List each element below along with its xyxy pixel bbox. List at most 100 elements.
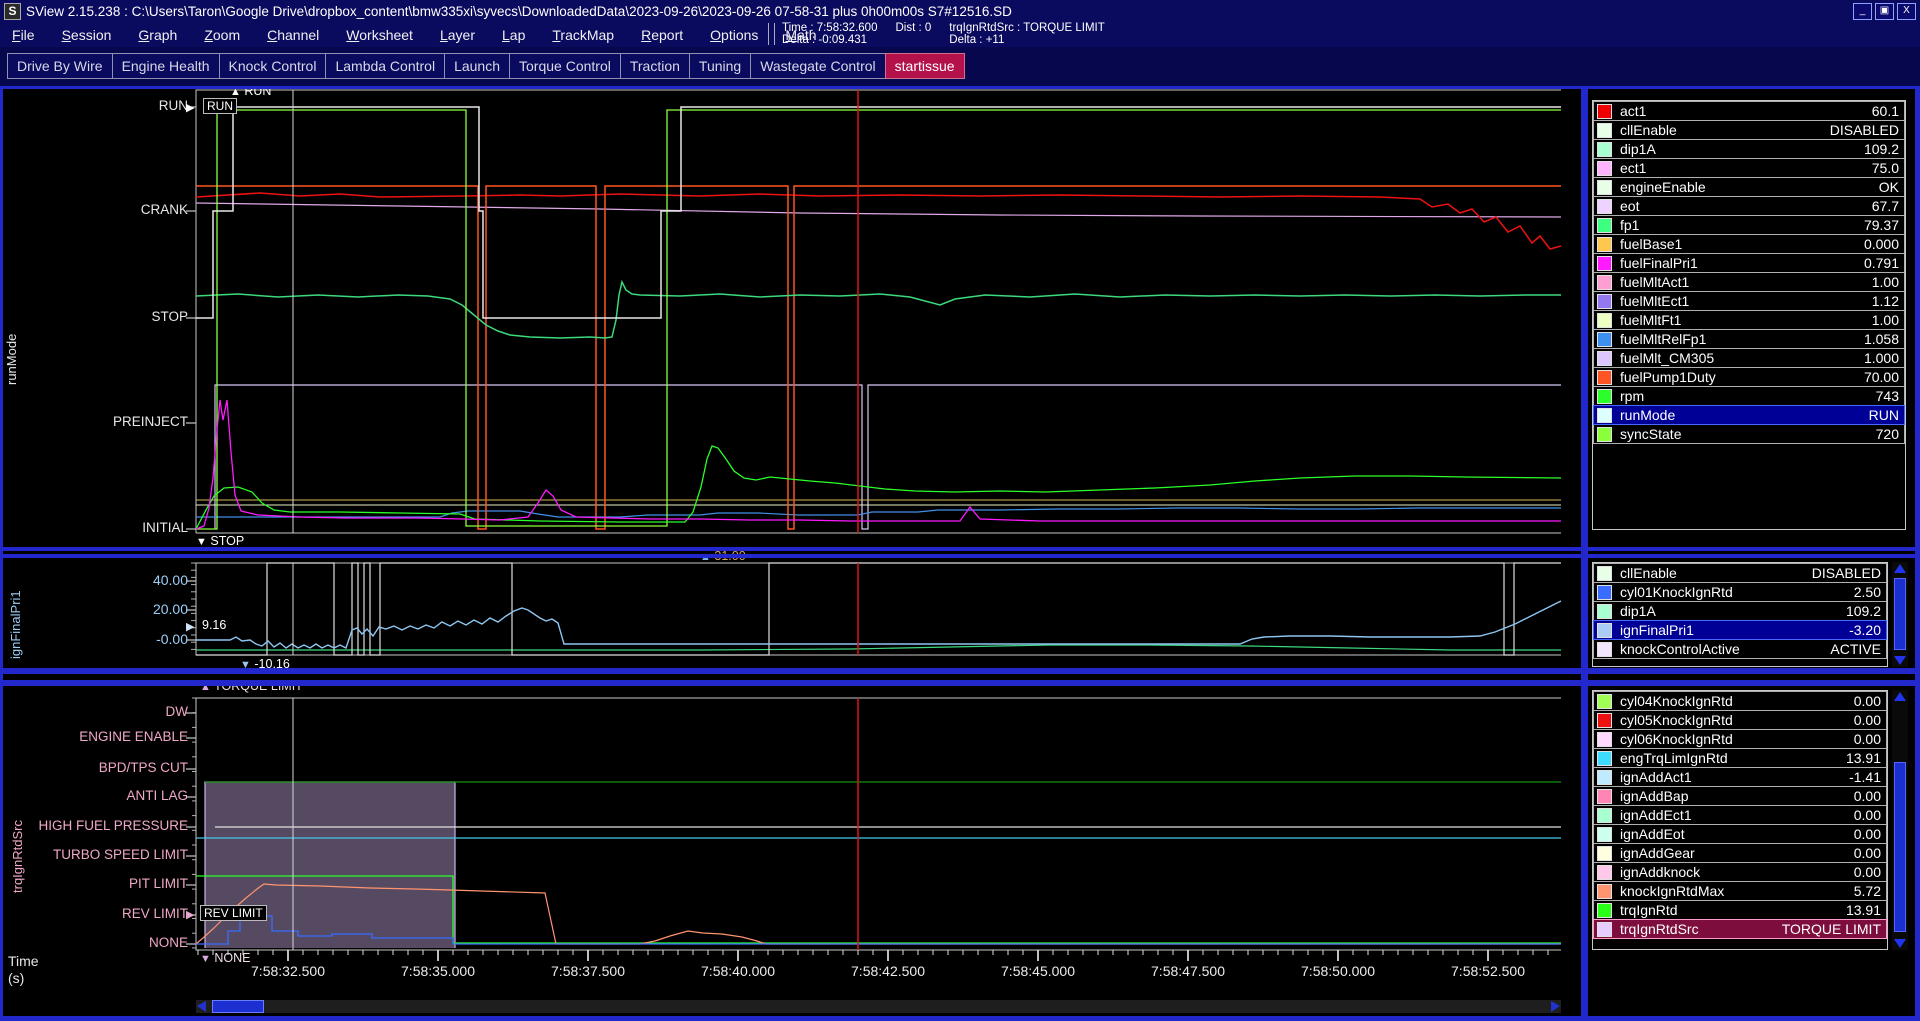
- legend3-scrollbar[interactable]: [1892, 690, 1908, 950]
- channel-name: fuelMltEct1: [1620, 293, 1689, 309]
- channel-row-ignAddknock[interactable]: ignAddknock0.00: [1593, 862, 1887, 882]
- channel-row-cyl04KnockIgnRtd[interactable]: cyl04KnockIgnRtd 0.00: [1593, 691, 1887, 711]
- maximize-button[interactable]: ▣: [1875, 3, 1894, 20]
- channel-color-swatch: [1597, 713, 1612, 728]
- panel-splitter-2b[interactable]: [0, 680, 1920, 686]
- channel-name: cyl04KnockIgnRtd: [1620, 693, 1733, 709]
- scrollbar-thumb[interactable]: [1894, 578, 1906, 650]
- axis-tick-label: 40.00: [0, 572, 188, 588]
- channel-name: cyl05KnockIgnRtd: [1620, 712, 1733, 728]
- channel-name: ignAddEct1: [1620, 807, 1692, 823]
- channel-value: 13.91: [1846, 750, 1886, 766]
- channel-name: fuelMltRelFp1: [1620, 331, 1706, 347]
- channel-row-fuelBase1[interactable]: fuelBase10.000: [1593, 234, 1905, 254]
- channel-row-ignFinalPri1[interactable]: ignFinalPri1-3.20: [1593, 620, 1887, 640]
- scroll-up-icon[interactable]: [1894, 564, 1906, 573]
- channel-value: 0.00: [1854, 826, 1886, 842]
- axis-tick-label: HIGH FUEL PRESSURE: [0, 818, 188, 833]
- channel-color-swatch: [1597, 275, 1612, 290]
- channel-color-swatch: [1597, 104, 1612, 119]
- channel-row-act1[interactable]: act1 60.1: [1593, 101, 1905, 121]
- channel-color-swatch: [1597, 161, 1612, 176]
- channel-row-ignAddBap[interactable]: ignAddBap0.00: [1593, 786, 1887, 806]
- scroll-down-icon[interactable]: [1894, 656, 1906, 665]
- channel-row-ignAddEct1[interactable]: ignAddEct10.00: [1593, 805, 1887, 825]
- channel-row-engTrqLimIgnRtd[interactable]: engTrqLimIgnRtd 13.91: [1593, 748, 1887, 768]
- channel-row-ignAddEot[interactable]: ignAddEot0.00: [1593, 824, 1887, 844]
- channel-color-swatch: [1597, 566, 1612, 581]
- channel-row-fuelMltRelFp1[interactable]: fuelMltRelFp11.058: [1593, 329, 1905, 349]
- channel-row-fuelMltAct1[interactable]: fuelMltAct11.00: [1593, 272, 1905, 292]
- scroll-down-icon[interactable]: [1894, 939, 1906, 948]
- p3-cursor-arrow-icon: ▶: [186, 908, 194, 921]
- channel-value: OK: [1879, 179, 1904, 195]
- channel-row-knockControlActive[interactable]: knockControlActiveACTIVE: [1593, 639, 1887, 659]
- channel-row-fuelFinalPri1[interactable]: fuelFinalPri10.791: [1593, 253, 1905, 273]
- channel-name: ignAddAct1: [1620, 769, 1692, 785]
- channel-row-trqIgnRtd[interactable]: trqIgnRtd13.91: [1593, 900, 1887, 920]
- channel-row-trqIgnRtdSrc[interactable]: trqIgnRtdSrcTORQUE LIMIT: [1593, 919, 1887, 939]
- channel-name: act1: [1620, 103, 1646, 119]
- channel-row-ect1[interactable]: ect175.0: [1593, 158, 1905, 178]
- channel-row-fuelMlt_CM305[interactable]: fuelMlt_CM3051.000: [1593, 348, 1905, 368]
- channel-row-runMode[interactable]: runModeRUN: [1593, 405, 1905, 425]
- panel-splitter-1b[interactable]: [0, 554, 1920, 558]
- legend2-scrollbar[interactable]: [1892, 562, 1908, 667]
- p1-cursor-arrow-icon: ▶: [186, 101, 194, 114]
- channel-row-cyl06KnockIgnRtd[interactable]: cyl06KnockIgnRtd0.00: [1593, 729, 1887, 749]
- channel-value: 60.1: [1872, 103, 1904, 119]
- channel-row-fuelPump1Duty[interactable]: fuelPump1Duty70.00: [1593, 367, 1905, 387]
- channel-value: 0.00: [1854, 693, 1886, 709]
- channel-row-cllEnable[interactable]: cllEnableDISABLED: [1593, 120, 1905, 140]
- channel-row-cllEnable[interactable]: cllEnableDISABLED: [1593, 563, 1887, 583]
- time-tick-label: 7:58:37.500: [533, 963, 643, 979]
- axis-label-trqignrtdsrc: trqIgnRtdSrc: [10, 758, 25, 893]
- channel-row-ignAddGear[interactable]: ignAddGear0.00: [1593, 843, 1887, 863]
- axis-tick-label: CRANK: [0, 202, 188, 217]
- axis-tick-label: TURBO SPEED LIMIT: [0, 847, 188, 862]
- channel-name: engTrqLimIgnRtd: [1620, 750, 1728, 766]
- time-scrollbar[interactable]: [196, 1000, 1561, 1013]
- channel-color-swatch: [1597, 827, 1612, 842]
- scrollbar-thumb[interactable]: [1894, 762, 1906, 932]
- panel-splitter-1[interactable]: [0, 547, 1920, 551]
- chrome-top-border: [0, 86, 1920, 89]
- channel-name: fuelMltFt1: [1620, 312, 1681, 328]
- close-button[interactable]: X: [1897, 3, 1916, 20]
- minimize-button[interactable]: _: [1853, 3, 1872, 20]
- channel-row-dip1A[interactable]: dip1A109.2: [1593, 601, 1887, 621]
- channel-row-ignAddAct1[interactable]: ignAddAct1-1.41: [1593, 767, 1887, 787]
- channel-color-swatch: [1597, 180, 1612, 195]
- channel-value: 720: [1876, 426, 1904, 442]
- axis-tick-label: REV LIMIT: [0, 906, 188, 921]
- legend-box-fuel-run: act1 60.1cllEnableDISABLEDdip1A109.2ect17…: [1592, 100, 1906, 530]
- time-tick-label: 7:58:50.000: [1283, 963, 1393, 979]
- channel-value: 0.00: [1854, 864, 1886, 880]
- scroll-right-icon[interactable]: [1551, 1001, 1560, 1012]
- scroll-left-icon[interactable]: [197, 1001, 206, 1012]
- channel-row-knockIgnRtdMax[interactable]: knockIgnRtdMax5.72: [1593, 881, 1887, 901]
- channel-row-cyl05KnockIgnRtd[interactable]: cyl05KnockIgnRtd0.00: [1593, 710, 1887, 730]
- channel-color-swatch: [1597, 732, 1612, 747]
- panel-splitter-2[interactable]: [0, 668, 1920, 674]
- channel-row-cyl01KnockIgnRtd[interactable]: cyl01KnockIgnRtd2.50: [1593, 582, 1887, 602]
- panel-runmode-plot[interactable]: [0, 84, 1585, 540]
- chart-sidebar-divider[interactable]: [1581, 89, 1588, 1016]
- channel-row-fp1[interactable]: fp179.37: [1593, 215, 1905, 235]
- scroll-up-icon[interactable]: [1894, 692, 1906, 701]
- panel-ignfinalpri1-plot[interactable]: [0, 558, 1585, 658]
- channel-row-rpm[interactable]: rpm743: [1593, 386, 1905, 406]
- p1-min-marker: ▼ STOP: [196, 534, 244, 548]
- channel-row-eot[interactable]: eot67.7: [1593, 196, 1905, 216]
- channel-row-dip1A[interactable]: dip1A109.2: [1593, 139, 1905, 159]
- channel-row-engineEnable[interactable]: engineEnableOK: [1593, 177, 1905, 197]
- channel-row-fuelMltFt1[interactable]: fuelMltFt11.00: [1593, 310, 1905, 330]
- channel-color-swatch: [1597, 604, 1612, 619]
- channel-color-swatch: [1597, 123, 1612, 138]
- channel-color-swatch: [1597, 313, 1612, 328]
- p3-cursor-value: REV LIMIT: [200, 905, 267, 921]
- scrollbar-thumb[interactable]: [212, 1000, 264, 1013]
- channel-color-swatch: [1597, 903, 1612, 918]
- channel-row-fuelMltEct1[interactable]: fuelMltEct11.12: [1593, 291, 1905, 311]
- channel-row-syncState[interactable]: syncState720: [1593, 424, 1905, 444]
